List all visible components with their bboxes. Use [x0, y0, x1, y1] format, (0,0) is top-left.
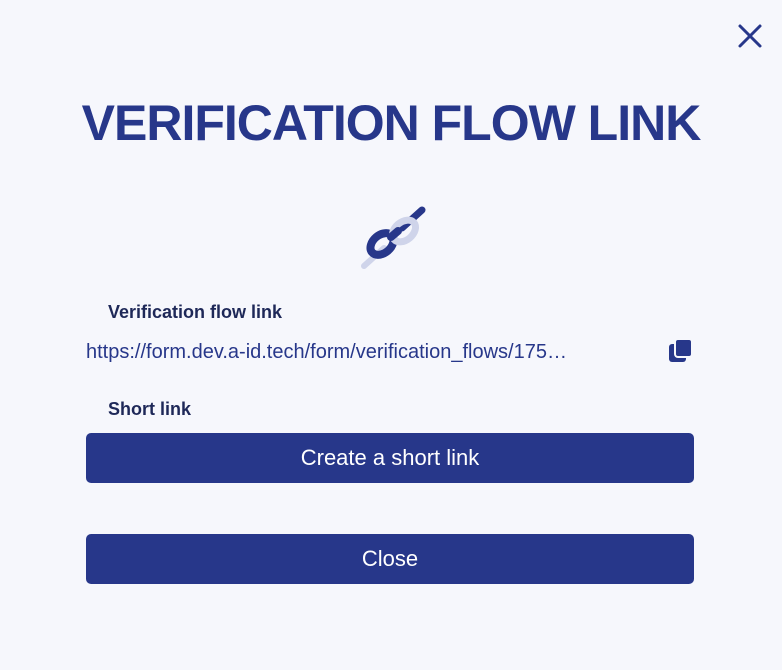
close-icon[interactable] [734, 20, 766, 52]
verification-flow-url-row: https://form.dev.a-id.tech/form/verifica… [86, 338, 694, 366]
copy-icon[interactable] [668, 338, 694, 364]
dialog-title: VERIFICATION FLOW LINK [81, 95, 702, 151]
chain-link-icon [361, 206, 426, 269]
short-link-label: Short link [108, 399, 192, 419]
close-button[interactable]: Close [86, 534, 694, 584]
create-short-link-button[interactable]: Create a short link [86, 433, 694, 483]
verification-flow-link-dialog: VERIFICATION FLOW LINK Verification flow… [0, 0, 782, 670]
verification-flow-url[interactable]: https://form.dev.a-id.tech/form/verifica… [86, 338, 658, 366]
verification-flow-link-label: Verification flow link [108, 302, 283, 322]
